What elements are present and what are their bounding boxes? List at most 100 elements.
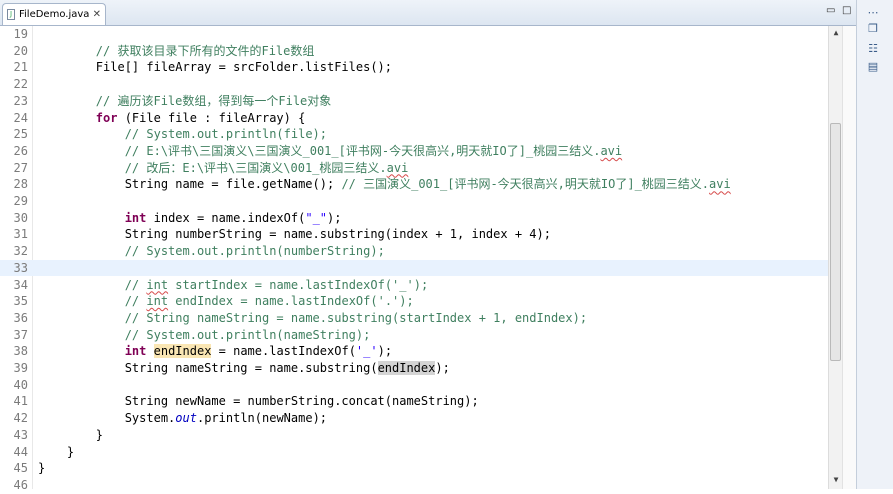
code-text: } [38, 444, 74, 461]
code-line[interactable]: 41 String newName = numberString.concat(… [0, 393, 828, 410]
line-number: 30 [13, 210, 28, 225]
line-number: 39 [13, 361, 28, 375]
code-line[interactable]: 30 int index = name.indexOf("_"); [0, 210, 828, 227]
code-line[interactable]: 40 [0, 377, 828, 394]
line-number: 36 [13, 310, 28, 325]
code-token: // System.out.println(numberString); [124, 244, 385, 259]
code-token: System. [38, 411, 176, 426]
restore-icon[interactable]: ❐ [865, 22, 881, 36]
tab-filedemo-java[interactable]: J FileDemo.java ✕ [2, 3, 106, 25]
code-text: String nameString = name.substring(endIn… [38, 360, 450, 377]
code-line[interactable]: 22 [0, 76, 828, 93]
line-number: 35 [13, 294, 28, 309]
code-token: startIndex = name.lastIndexOf('_'); [168, 277, 429, 292]
code-token: // 遍历该File数组，得到每一个File对象 [95, 93, 332, 108]
line-number: 32 [13, 244, 28, 259]
line-number: 44 [13, 444, 28, 459]
code-token: out [175, 411, 197, 426]
code-text: } [38, 427, 103, 444]
line-number: 40 [13, 377, 28, 392]
code-text: // 改后：E:\评书\三国演义\001_桃园三结义.avi [38, 160, 409, 177]
line-number: 19 [13, 27, 28, 41]
code-line[interactable]: 35 // int endIndex = name.lastIndexOf('.… [0, 293, 828, 310]
code-line[interactable]: 43 } [0, 427, 828, 444]
line-number: 31 [13, 227, 28, 242]
code-line[interactable]: 37 // System.out.println(nameString); [0, 327, 828, 344]
code-line[interactable]: 38 int endIndex = name.lastIndexOf('_'); [0, 343, 828, 360]
vertical-scrollbar[interactable]: ▲ ▼ [828, 26, 842, 489]
code-line[interactable]: 25 // System.out.println(file); [0, 126, 828, 143]
code-editor[interactable]: 19 20 // 获取该目录下所有的文件的File数组 21 File[] file… [0, 26, 828, 492]
code-line[interactable]: 36 // String nameString = name.substring… [0, 310, 828, 327]
code-token: avi [709, 177, 731, 192]
code-line[interactable]: 39 String nameString = name.substring(en… [0, 360, 828, 377]
line-number: 26 [13, 143, 28, 158]
code-line[interactable]: 26 // E:\评书\三国演义\三国演义_001_[评书网-今天很高兴,明天就… [0, 143, 828, 160]
code-token: int [146, 294, 169, 309]
code-line[interactable]: 21 File[] fileArray = srcFolder.listFile… [0, 59, 828, 76]
line-number: 29 [13, 194, 28, 208]
code-line[interactable]: 46 [0, 477, 828, 494]
code-token: avi [600, 143, 623, 158]
code-token: = name.lastIndexOf( [211, 344, 356, 359]
scroll-up-icon[interactable]: ▲ [831, 28, 841, 40]
line-number: 46 [13, 477, 28, 492]
code-line[interactable]: 29 [0, 193, 828, 210]
line-number: 33 [13, 260, 28, 275]
line-number: 24 [13, 110, 28, 125]
code-line[interactable]: 45} [0, 460, 828, 477]
code-token: endIndex = name.lastIndexOf('.'); [168, 294, 414, 309]
code-line[interactable]: 23 // 遍历该File数组，得到每一个File对象 [0, 93, 828, 110]
code-token: (File file : fileArray) { [117, 110, 306, 125]
tab-title: FileDemo.java [19, 9, 90, 20]
code-line[interactable]: 20 // 获取该目录下所有的文件的File数组 [0, 43, 828, 60]
code-text: // System.out.println(numberString); [38, 243, 385, 260]
code-line[interactable]: 27 // 改后：E:\评书\三国演义\001_桃园三结义.avi [0, 160, 828, 177]
code-line[interactable]: 19 [0, 26, 828, 43]
overview-ruler[interactable] [842, 26, 856, 489]
code-token: String newName = numberString.concat(nam… [38, 394, 479, 409]
scroll-down-icon[interactable]: ▼ [831, 475, 841, 487]
view-menu-icon[interactable]: ⋯ [865, 6, 881, 20]
outline-icon[interactable]: ☷ [865, 42, 881, 56]
code-text: String newName = numberString.concat(nam… [38, 393, 479, 410]
code-text: } [38, 460, 45, 477]
code-text: // 遍历该File数组，得到每一个File对象 [38, 93, 331, 110]
minimize-icon[interactable]: ▭ [826, 5, 835, 16]
code-line[interactable]: 44 } [0, 444, 828, 461]
maximize-icon[interactable]: □ [842, 5, 851, 16]
code-text: int endIndex = name.lastIndexOf('_'); [38, 343, 392, 360]
line-number: 23 [13, 93, 28, 108]
code-line[interactable]: 42 System.out.println(newName); [0, 410, 828, 427]
line-number: 42 [13, 411, 28, 426]
code-text: // 获取该目录下所有的文件的File数组 [38, 43, 315, 60]
scrollbar-thumb[interactable] [830, 123, 841, 361]
code-text: // System.out.println(file); [38, 126, 327, 143]
code-token: endIndex [153, 344, 212, 359]
close-icon[interactable]: ✕ [93, 9, 101, 20]
line-number: 38 [13, 344, 28, 359]
code-text: for (File file : fileArray) { [38, 110, 306, 127]
code-token: // System.out.println(file); [124, 127, 327, 142]
code-line[interactable]: 28 String name = file.getName(); // 三国演义… [0, 176, 828, 193]
code-text: System.out.println(newName); [38, 410, 327, 427]
task-list-icon[interactable]: ▤ [865, 60, 881, 74]
code-token: String nameString = name.substring( [38, 361, 378, 375]
code-line[interactable]: 34 // int startIndex = name.lastIndexOf(… [0, 277, 828, 294]
code-token: // 改后：E:\评书\三国演义\001_桃园三结义. [124, 160, 387, 175]
code-line[interactable]: 32 // System.out.println(numberString); [0, 243, 828, 260]
code-line[interactable]: 33 [0, 259, 828, 277]
code-text: // E:\评书\三国演义\三国演义_001_[评书网-今天很高兴,明天就IO了… [38, 143, 622, 160]
code-line[interactable]: 31 String numberString = name.substring(… [0, 226, 828, 243]
code-line[interactable]: 24 for (File file : fileArray) { [0, 110, 828, 127]
code-token: // String nameString = name.substring(st… [124, 310, 588, 325]
code-token: // E:\评书\三国演义\三国演义_001_[评书网-今天很高兴,明天就IO了… [124, 143, 601, 158]
line-number: 25 [13, 127, 28, 142]
